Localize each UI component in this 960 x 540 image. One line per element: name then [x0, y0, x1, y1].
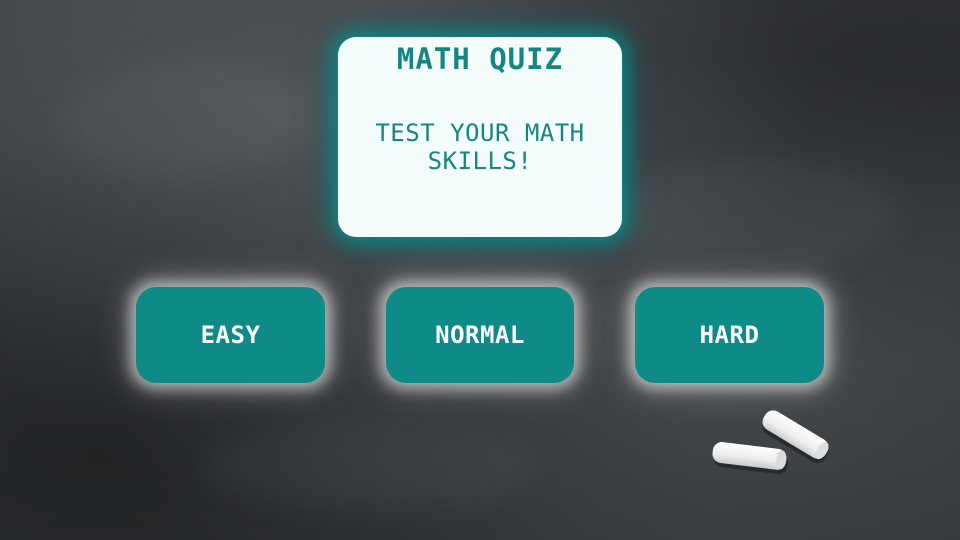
easy-button-label: EASY	[200, 321, 261, 349]
hard-button-label: HARD	[699, 321, 760, 349]
game-title: MATH QUIZ	[396, 42, 564, 76]
normal-button[interactable]: NORMAL	[386, 287, 574, 383]
chalk-smudge	[600, 160, 900, 270]
title-card: MATH QUIZ TEST YOUR MATH SKILLS!	[338, 37, 622, 237]
easy-button[interactable]: EASY	[136, 287, 325, 383]
chalk-smudge	[200, 420, 540, 510]
normal-button-label: NORMAL	[435, 321, 525, 349]
chalk-pieces-icon	[700, 395, 850, 475]
game-subtitle: TEST YOUR MATH SKILLS!	[375, 119, 585, 175]
hard-button[interactable]: HARD	[635, 287, 824, 383]
chalk-smudge	[60, 60, 320, 180]
